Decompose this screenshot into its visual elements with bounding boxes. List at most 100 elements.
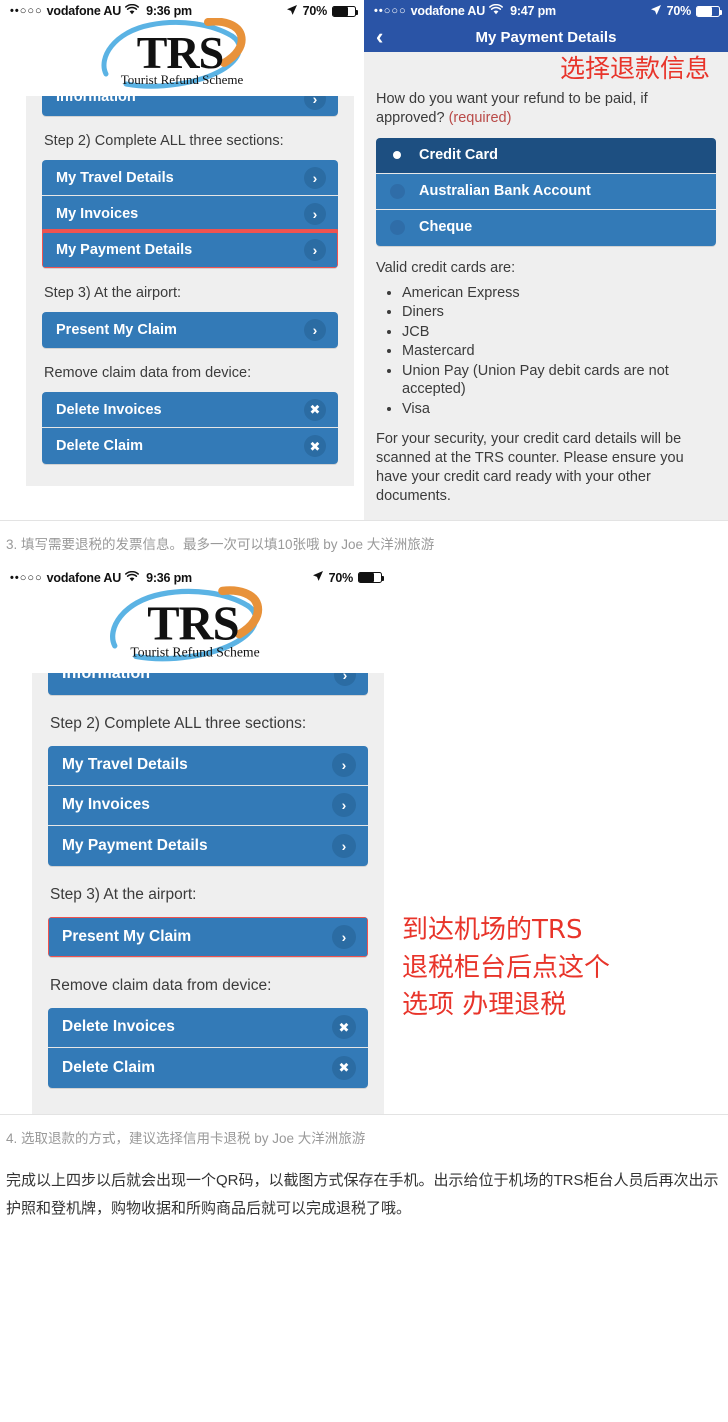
claim-steps-scroll-body-2[interactable]: Information › Step 2) Complete ALL three…	[32, 672, 384, 1114]
button-my-invoices[interactable]: My Invoices ›	[48, 785, 368, 826]
button-my-payment-details[interactable]: My Payment Details ›	[42, 229, 338, 268]
annotation-line-1: 到达机场的TRS	[402, 914, 583, 945]
list-item: Union Pay (Union Pay debit cards are not…	[402, 362, 716, 399]
button-label: Present My Claim	[62, 927, 192, 945]
button-delete-claim[interactable]: Delete Claim ✖	[42, 428, 338, 464]
radio-label: Australian Bank Account	[419, 182, 591, 199]
battery-icon	[332, 5, 359, 17]
step3-button-group: Present My Claim ›	[48, 916, 368, 957]
chevron-right-icon: ›	[304, 166, 326, 189]
trs-logo-header: TRS Tourist Refund Scheme	[0, 18, 364, 96]
battery-icon	[358, 572, 385, 584]
radio-option-australian-bank-account[interactable]: Australian Bank Account	[376, 173, 716, 210]
figure-present-claim: ••○○○ vodafone AU 9:36 pm 70% TRS Touris…	[0, 566, 728, 1161]
button-present-my-claim[interactable]: Present My Claim ›	[48, 916, 368, 957]
list-item: JCB	[402, 323, 716, 342]
radio-dot-icon	[390, 220, 405, 236]
claim-steps-scroll-body[interactable]: Information › Step 2) Complete ALL three…	[26, 96, 354, 486]
button-label: My Payment Details	[62, 836, 208, 854]
status-bar: ••○○○ vodafone AU 9:36 pm 70%	[0, 567, 390, 589]
page-title: My Payment Details	[475, 28, 617, 46]
cross-icon: ✖	[304, 435, 326, 457]
button-delete-invoices[interactable]: Delete Invoices ✖	[42, 392, 338, 428]
button-my-travel-details[interactable]: My Travel Details ›	[42, 160, 338, 196]
step2-button-group: My Travel Details › My Invoices › My Pay…	[42, 160, 338, 268]
svg-text:Tourist Refund Scheme: Tourist Refund Scheme	[130, 644, 259, 659]
button-label: My Invoices	[62, 796, 150, 814]
carrier-label: vodafone AU	[410, 4, 486, 18]
list-item: Diners	[402, 303, 716, 322]
button-label: Delete Claim	[62, 1058, 156, 1076]
button-label: My Payment Details	[56, 242, 193, 258]
refund-question: How do you want your refund to be paid, …	[376, 90, 716, 128]
annotation-block-present-claim: 到达机场的TRS 退税柜台后点这个 选项 办理退税	[390, 567, 728, 1025]
carrier-label: vodafone AU	[46, 4, 122, 18]
radio-label: Cheque	[419, 219, 473, 236]
phone-screenshot-claim-steps: ••○○○ vodafone AU 9:36 pm 70% TRS Touris…	[0, 0, 364, 520]
radio-dot-icon	[390, 148, 405, 163]
location-arrow-icon	[312, 570, 324, 585]
annotation-line-3: 选项 办理退税	[402, 990, 567, 1021]
button-my-payment-details[interactable]: My Payment Details ›	[48, 825, 368, 866]
step3-label: Step 3) At the airport:	[44, 285, 182, 301]
button-label: My Invoices	[56, 205, 139, 222]
status-bar: ••○○○ vodafone AU 9:36 pm 70%	[0, 0, 364, 22]
trs-logo-icon: TRS Tourist Refund Scheme	[110, 586, 263, 662]
trs-logo-header: TRS Tourist Refund Scheme	[0, 586, 390, 673]
delete-button-group: Delete Invoices ✖ Delete Claim ✖	[48, 1007, 368, 1088]
chevron-right-icon: ›	[334, 672, 356, 686]
cross-icon: ✖	[304, 398, 326, 421]
button-label: Delete Invoices	[56, 401, 162, 418]
svg-text:Tourist Refund Scheme: Tourist Refund Scheme	[121, 72, 244, 87]
chevron-right-icon: ›	[332, 924, 356, 949]
button-label: Delete Claim	[56, 438, 144, 454]
button-delete-claim[interactable]: Delete Claim ✖	[48, 1047, 368, 1088]
clock-label: 9:36 pm	[146, 570, 192, 585]
cross-icon: ✖	[332, 1015, 356, 1040]
wifi-icon	[489, 3, 504, 18]
battery-percent-label: 70%	[302, 4, 328, 18]
remove-claim-label: Remove claim data from device:	[50, 976, 272, 994]
button-my-invoices[interactable]: My Invoices ›	[42, 196, 338, 232]
sidebar-item-information[interactable]: Information ›	[42, 96, 338, 116]
chevron-right-icon: ›	[332, 753, 356, 778]
step2-label: Step 2) Complete ALL three sections:	[44, 133, 284, 149]
information-button-group: Information ›	[48, 672, 368, 695]
refund-question-text: How do you want your refund to be paid, …	[376, 91, 648, 126]
sidebar-item-information[interactable]: Information ›	[48, 672, 368, 695]
chevron-right-icon: ›	[332, 833, 356, 858]
button-label: My Travel Details	[56, 169, 174, 186]
refund-method-radio-group: Credit Card Australian Bank Account Cheq…	[376, 137, 716, 246]
button-label: Delete Invoices	[62, 1018, 175, 1036]
navigation-bar: ‹ My Payment Details	[364, 22, 728, 52]
remove-claim-label: Remove claim data from device:	[44, 365, 252, 381]
delete-button-group: Delete Invoices ✖ Delete Claim ✖	[42, 392, 338, 464]
figure-payment-details: ••○○○ vodafone AU 9:36 pm 70% TRS Touris…	[0, 0, 728, 567]
figure1-caption: 3. 填写需要退税的发票信息。最多一次可以填10张哦 by Joe 大洋洲旅游	[0, 519, 728, 567]
phone-screenshot-claim-steps-2: ••○○○ vodafone AU 9:36 pm 70% TRS Touris…	[0, 566, 390, 1114]
information-button-group: Information ›	[42, 96, 338, 116]
chevron-left-icon[interactable]: ‹	[376, 26, 383, 48]
wifi-icon	[125, 570, 140, 585]
radio-option-cheque[interactable]: Cheque	[376, 209, 716, 246]
button-my-travel-details[interactable]: My Travel Details ›	[48, 745, 368, 786]
step2-button-group: My Travel Details › My Invoices › My Pay…	[48, 745, 368, 866]
chevron-right-icon: ›	[304, 319, 326, 341]
figure2-caption: 4. 选取退款的方式，建议选择信用卡退税 by Joe 大洋洲旅游	[0, 1113, 728, 1161]
chevron-right-icon: ›	[304, 96, 326, 110]
information-label: Information	[56, 96, 136, 105]
information-label: Information	[62, 672, 150, 682]
step3-button-group: Present My Claim ›	[42, 312, 338, 348]
phone-screenshot-payment-details: ••○○○ vodafone AU 9:47 pm 70% ‹ My Payme…	[364, 0, 728, 520]
radio-option-credit-card[interactable]: Credit Card	[376, 137, 716, 174]
button-present-my-claim[interactable]: Present My Claim ›	[42, 312, 338, 348]
security-note: For your security, your credit card deta…	[376, 431, 684, 504]
closing-paragraph: 完成以上四步以后就会出现一个QR码，以截图方式保存在手机。出示给位于机场的TRS…	[6, 1172, 719, 1217]
radio-dot-icon	[390, 183, 405, 199]
battery-percent-label: 70%	[328, 570, 354, 585]
valid-cards-list: American Express Diners JCB Mastercard U…	[376, 284, 716, 419]
button-delete-invoices[interactable]: Delete Invoices ✖	[48, 1007, 368, 1048]
carrier-label: vodafone AU	[46, 570, 122, 585]
list-item: Mastercard	[402, 342, 716, 361]
chevron-right-icon: ›	[304, 239, 326, 261]
